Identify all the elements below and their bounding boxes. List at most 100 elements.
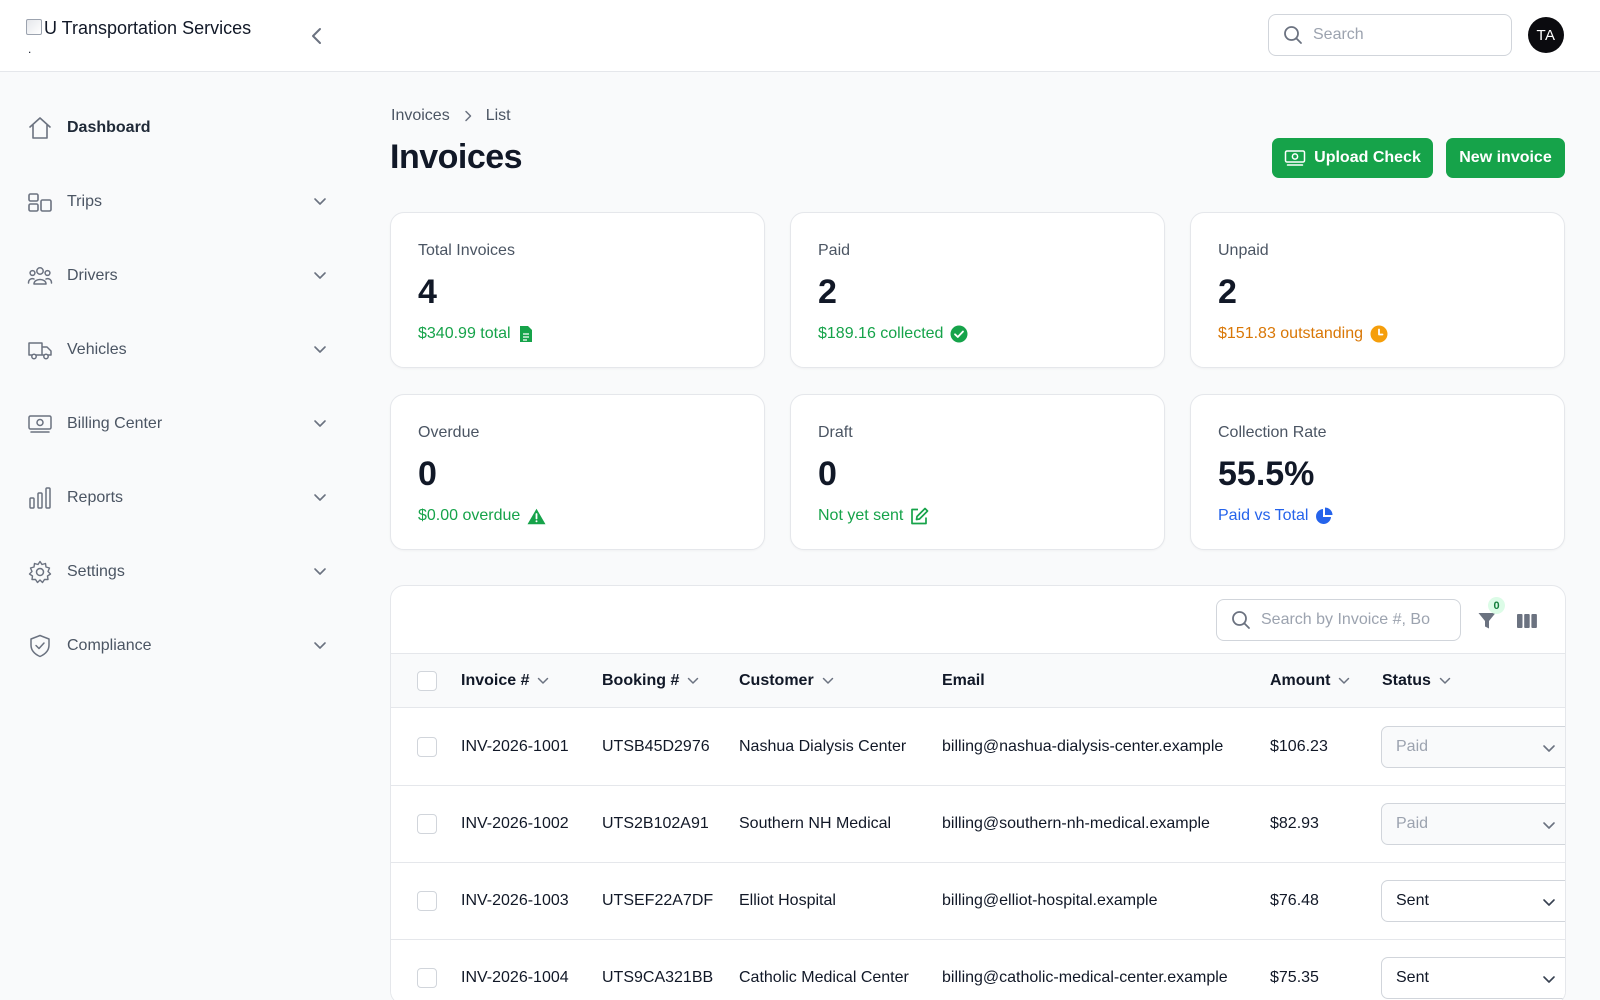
columns-icon: [1517, 614, 1537, 628]
status-select[interactable]: Sent: [1381, 880, 1565, 922]
column-header-status[interactable]: Status: [1382, 654, 1451, 707]
customer-name: Nashua Dialysis Center: [739, 738, 907, 755]
sidebar-item-label: Billing Center: [67, 415, 163, 432]
upload-check-label: Upload Check: [1314, 149, 1421, 166]
invoice-number[interactable]: INV-2026-1004: [461, 940, 569, 1000]
status-select[interactable]: Sent: [1381, 957, 1565, 999]
breadcrumb: Invoices List: [391, 107, 511, 125]
upload-check-button[interactable]: Upload Check: [1272, 138, 1433, 178]
sidebar-item-label: Reports: [67, 489, 124, 506]
table-row[interactable]: INV-2026-1001 UTSB45D2976 Nashua Dialysi…: [391, 709, 1565, 786]
sidebar-item-label: Compliance: [67, 637, 152, 654]
sidebar-item-label: Drivers: [67, 267, 118, 284]
sidebar-item-drivers[interactable]: Drivers: [26, 256, 330, 296]
stat-card-collection-rate: Collection Rate 55.5% Paid vs Total: [1190, 394, 1565, 550]
chevron-down-icon: [310, 488, 330, 508]
sidebar-item-trips[interactable]: Trips: [26, 182, 330, 222]
customer-email: billing@nashua-dialysis-center.example: [942, 738, 1224, 755]
stat-label: Draft: [818, 424, 853, 441]
chevron-down-icon: [687, 677, 699, 685]
customer-name: Elliot Hospital: [739, 892, 836, 909]
chevron-down-icon: [537, 677, 549, 685]
stat-label: Paid: [818, 242, 851, 259]
row-checkbox[interactable]: [417, 737, 437, 757]
stat-sub: $151.83 outstanding: [1218, 325, 1388, 343]
columns-button[interactable]: [1513, 607, 1541, 635]
sidebar-item-dashboard[interactable]: Dashboard: [26, 108, 330, 148]
row-checkbox[interactable]: [417, 968, 437, 988]
stat-sub-text: $189.16 collected: [818, 325, 944, 342]
chevron-down-icon: [1542, 969, 1556, 989]
column-header-label: Customer: [739, 671, 814, 689]
chevron-down-icon: [1542, 738, 1556, 758]
stat-sub: Not yet sent: [818, 507, 929, 525]
stat-card-overdue: Overdue 0 $0.00 overdue: [390, 394, 765, 550]
column-header-booking[interactable]: Booking #: [602, 654, 699, 707]
sidebar-item-reports[interactable]: Reports: [26, 478, 330, 518]
document-icon: [518, 325, 534, 343]
status-select[interactable]: Paid: [1381, 726, 1565, 768]
stat-label: Collection Rate: [1218, 424, 1327, 441]
column-header-email: Email: [942, 654, 985, 707]
select-all-checkbox[interactable]: [417, 670, 437, 691]
booking-number: UTSB45D2976: [602, 738, 710, 755]
row-checkbox[interactable]: [417, 814, 437, 834]
sidebar-item-billing-center[interactable]: Billing Center: [26, 404, 330, 444]
stat-sub: $0.00 overdue: [418, 507, 546, 525]
search-icon: [1284, 26, 1302, 44]
customer-email: billing@catholic-medical-center.example: [942, 969, 1228, 986]
stat-value: 2: [818, 273, 837, 311]
table-search-input[interactable]: [1261, 611, 1441, 629]
stat-sub-text: $0.00 overdue: [418, 507, 521, 524]
invoice-amount: $82.93: [1270, 815, 1319, 832]
breadcrumb-invoices-link[interactable]: Invoices: [391, 107, 450, 125]
column-header-label: Booking #: [602, 671, 680, 689]
column-header-label: Invoice #: [461, 671, 530, 689]
status-select[interactable]: Paid: [1381, 803, 1565, 845]
stat-card-unpaid: Unpaid 2 $151.83 outstanding: [1190, 212, 1565, 368]
shield-check-icon: [26, 632, 54, 660]
stat-sub-text: Not yet sent: [818, 507, 904, 524]
column-header-amount[interactable]: Amount: [1270, 654, 1350, 707]
stat-sub: $189.16 collected: [818, 325, 968, 343]
invoice-number[interactable]: INV-2026-1002: [461, 786, 569, 862]
sidebar: Dashboard Trips Drivers Vehicles Billing…: [0, 72, 350, 1000]
sidebar-item-compliance[interactable]: Compliance: [26, 626, 330, 666]
sidebar-item-settings[interactable]: Settings: [26, 552, 330, 592]
global-search-input[interactable]: [1313, 26, 1493, 44]
top-bar: U Transportation Services . TA: [0, 0, 1600, 72]
column-header-invoice[interactable]: Invoice #: [461, 654, 549, 707]
column-header-customer[interactable]: Customer: [739, 654, 834, 707]
invoice-amount: $106.23: [1270, 738, 1328, 755]
new-invoice-button[interactable]: New invoice: [1446, 138, 1565, 178]
row-checkbox[interactable]: [417, 891, 437, 911]
stat-sub-text: $151.83 outstanding: [1218, 325, 1364, 342]
table-row[interactable]: INV-2026-1002 UTS2B102A91 Southern NH Me…: [391, 786, 1565, 863]
stat-sub-text: $340.99 total: [418, 325, 511, 342]
chevron-down-icon: [310, 266, 330, 286]
invoice-number[interactable]: INV-2026-1003: [461, 863, 569, 939]
invoice-number[interactable]: INV-2026-1001: [461, 709, 569, 785]
edit-icon: [910, 507, 929, 525]
trips-icon: [26, 188, 54, 216]
warning-icon: [527, 508, 546, 525]
stat-label: Total Invoices: [418, 242, 515, 259]
app-logo[interactable]: U Transportation Services .: [26, 18, 252, 56]
app-name: U Transportation Services: [44, 18, 252, 38]
user-avatar[interactable]: TA: [1528, 17, 1564, 53]
booking-number: UTS2B102A91: [602, 815, 709, 832]
chevron-down-icon: [310, 340, 330, 360]
booking-number: UTS9CA321BB: [602, 969, 714, 986]
sidebar-item-vehicles[interactable]: Vehicles: [26, 330, 330, 370]
invoice-amount: $76.48: [1270, 892, 1319, 909]
banknote-icon: [26, 410, 54, 438]
global-search[interactable]: [1268, 14, 1512, 56]
table-row[interactable]: INV-2026-1004 UTS9CA321BB Catholic Medic…: [391, 940, 1565, 1000]
table-row[interactable]: INV-2026-1003 UTSEF22A7DF Elliot Hospita…: [391, 863, 1565, 940]
stat-label: Unpaid: [1218, 242, 1269, 259]
gear-icon: [26, 558, 54, 586]
sidebar-item-label: Settings: [67, 563, 125, 580]
broken-image-icon: [26, 19, 42, 35]
table-search[interactable]: [1216, 599, 1461, 641]
collapse-sidebar-button[interactable]: [303, 22, 331, 50]
